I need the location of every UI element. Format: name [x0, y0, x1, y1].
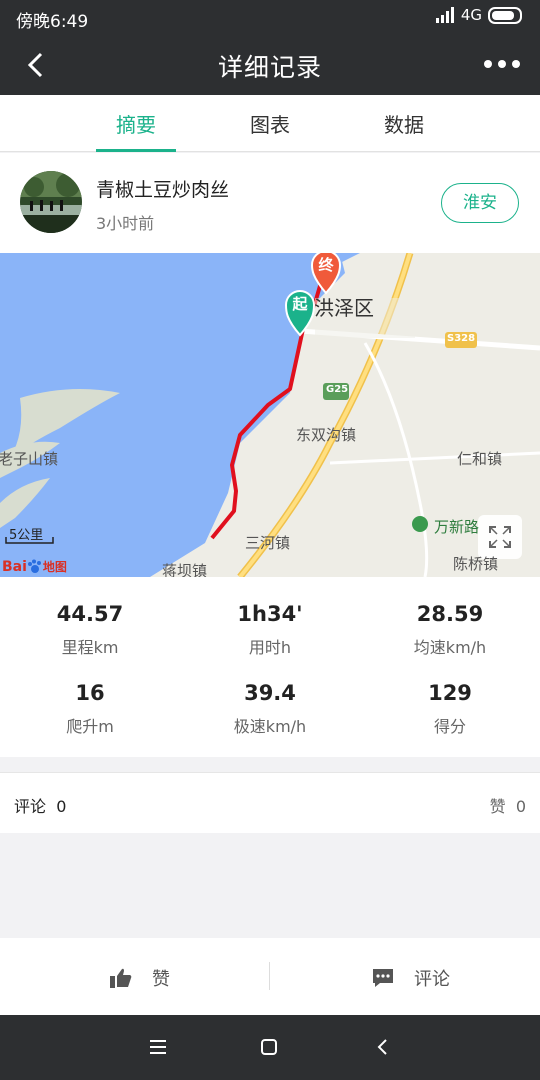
- action-divider: [269, 962, 270, 990]
- start-marker: 起: [292, 295, 308, 313]
- status-icons: 4G: [435, 6, 522, 24]
- paw-icon: [27, 559, 41, 573]
- map-logo: Bai 地图: [2, 558, 67, 575]
- map-scale: 5公里: [9, 528, 44, 543]
- place-label: 蒋坝镇: [162, 562, 208, 577]
- comment-button[interactable]: 评论: [372, 965, 450, 991]
- comment-count[interactable]: 评论 0: [14, 793, 66, 817]
- comment-like-bar: 评论 0 赞 0: [0, 772, 540, 833]
- tab-bar: 摘要 图表 数据: [0, 95, 540, 152]
- place-label: 老子山镇: [0, 450, 59, 468]
- comment-icon: [373, 969, 393, 987]
- route-map[interactable]: 起 终 洪泽区 S328 G25 东双沟镇 仁和镇 老子山镇 万新路 三河镇 陈…: [0, 253, 540, 577]
- tab-data[interactable]: 数据: [344, 109, 464, 138]
- stat-distance: 44.57 里程km: [56, 602, 124, 657]
- home-icon[interactable]: [257, 1035, 281, 1059]
- user-name: 青椒土豆炒肉丝: [96, 179, 230, 201]
- place-label: 仁和镇: [457, 450, 503, 468]
- fullscreen-icon[interactable]: [488, 525, 512, 549]
- stat-score: 129 得分: [428, 681, 472, 736]
- system-nav-bar: [0, 1015, 540, 1080]
- more-options-icon[interactable]: [482, 52, 522, 76]
- status-time: 傍晚6:49: [16, 12, 89, 32]
- like-count[interactable]: 赞 0: [490, 793, 526, 817]
- user-info: 青椒土豆炒肉丝 3小时前 淮安: [0, 153, 540, 253]
- stat-max-speed: 39.4 极速km/h: [233, 681, 307, 736]
- stat-climb: 16 爬升m: [66, 681, 114, 736]
- stat-avg-speed: 28.59 均速km/h: [413, 602, 487, 657]
- road-label-g25: G25: [326, 384, 349, 395]
- tab-chart[interactable]: 图表: [210, 109, 330, 138]
- poi-icon: [412, 516, 428, 532]
- status-bar: 傍晚6:49 4G: [0, 0, 540, 34]
- stat-duration: 1h34' 用时h: [237, 602, 303, 657]
- thumbs-up-icon: [110, 968, 132, 988]
- network-type: 4G: [460, 6, 482, 24]
- stats-panel: 44.57 里程km 1h34' 用时h 28.59 均速km/h 16 爬升m 39.…: [0, 577, 540, 757]
- signal-icon: [435, 7, 454, 23]
- like-button[interactable]: 赞: [110, 965, 170, 991]
- menu-icon[interactable]: [146, 1035, 170, 1059]
- road-label-s328: S328: [447, 333, 476, 344]
- place-label: 陈桥镇: [453, 555, 499, 573]
- action-bar: 赞 评论: [0, 938, 540, 1015]
- title-bar: 详细记录: [0, 34, 540, 95]
- back-nav-icon[interactable]: [371, 1035, 395, 1059]
- record-time: 3小时前: [96, 214, 155, 233]
- avatar[interactable]: [20, 171, 82, 233]
- end-marker: 终: [318, 256, 334, 274]
- city-button[interactable]: 淮安: [441, 183, 519, 223]
- tab-indicator: [96, 149, 176, 152]
- place-label: 东双沟镇: [296, 426, 357, 444]
- battery-icon: [488, 6, 522, 24]
- page-title: 详细记录: [217, 53, 322, 82]
- tab-summary[interactable]: 摘要: [76, 109, 196, 138]
- place-label: 三河镇: [245, 534, 291, 552]
- place-label: 万新路: [434, 518, 480, 536]
- district-label: 洪泽区: [314, 296, 374, 320]
